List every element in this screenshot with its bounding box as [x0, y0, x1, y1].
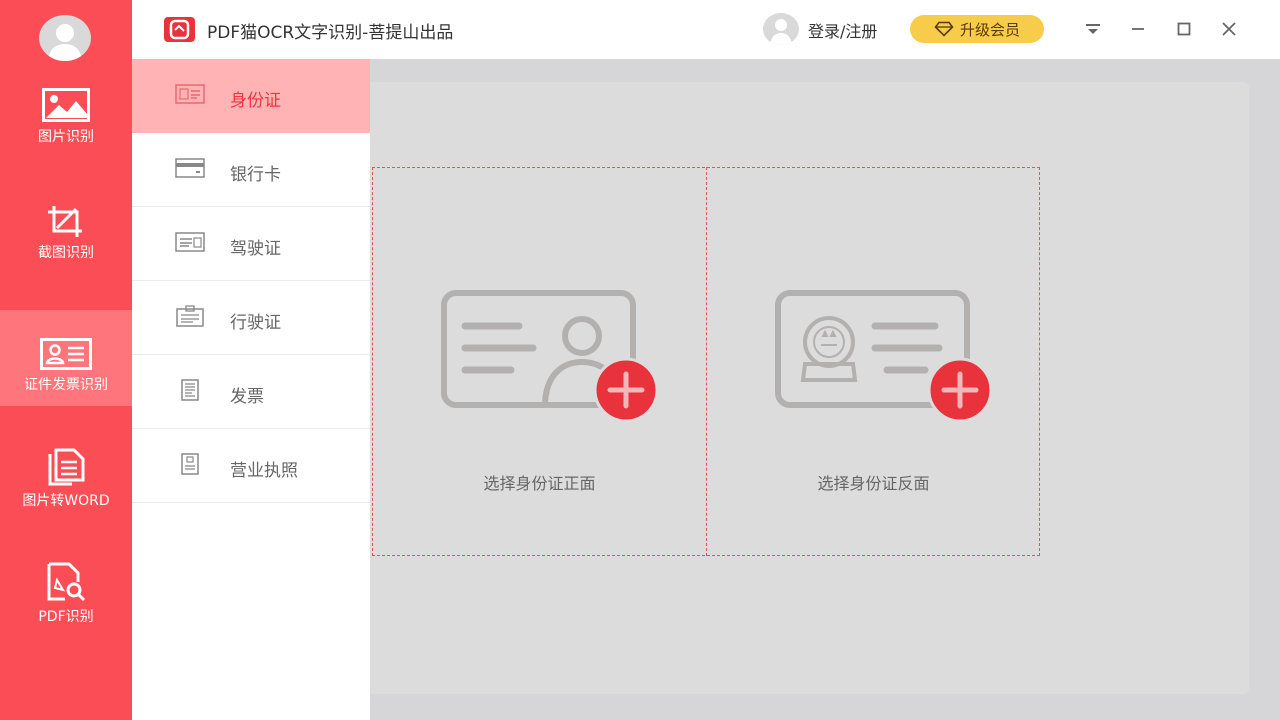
menu-item-label: 发票 — [230, 382, 264, 407]
menu-item-bank-card[interactable]: 银行卡 — [132, 133, 370, 207]
maximize-button[interactable] — [1171, 16, 1197, 42]
document-icon — [46, 448, 86, 486]
id-card-icon — [40, 338, 92, 370]
menu-item-label: 驾驶证 — [230, 234, 281, 259]
minimize-button[interactable] — [1125, 16, 1151, 42]
user-icon — [39, 15, 91, 61]
upload-front-label: 选择身份证正面 — [373, 470, 706, 494]
menu-button[interactable] — [1080, 16, 1106, 42]
id-card-front-icon — [441, 290, 665, 422]
close-icon — [1222, 22, 1236, 36]
image-icon — [42, 88, 90, 122]
crop-icon — [46, 204, 86, 238]
upload-back-label: 选择身份证反面 — [707, 470, 1040, 494]
pdf-search-icon — [45, 562, 87, 602]
menu-item-label: 行驶证 — [230, 308, 281, 333]
menu-item-driver-license[interactable]: 驾驶证 — [132, 207, 370, 281]
sidebar-item-label: 图片识别 — [0, 128, 132, 146]
sidebar-item-image-ocr[interactable]: 图片识别 — [0, 62, 132, 158]
diamond-icon — [934, 21, 954, 37]
document-type-menu: 身份证 银行卡 驾驶证 行驶证 发票 — [132, 59, 370, 720]
upload-id-back[interactable]: 选择身份证反面 — [707, 168, 1040, 555]
menu-item-label: 身份证 — [230, 86, 281, 111]
upgrade-vip-button[interactable]: 升级会员 — [910, 15, 1044, 43]
minimize-icon — [1131, 22, 1145, 36]
menu-item-id-card[interactable]: 身份证 — [132, 59, 370, 133]
driver-license-icon — [175, 232, 205, 256]
app-title: PDF猫OCR文字识别-菩提山出品 — [207, 18, 453, 43]
vehicle-license-icon — [175, 305, 205, 331]
id-card-icon — [175, 84, 205, 108]
business-license-icon — [179, 453, 201, 479]
sidebar-item-label: 图片转WORD — [0, 492, 132, 510]
menu-item-business-license[interactable]: 营业执照 — [132, 429, 370, 503]
user-avatar[interactable] — [763, 13, 799, 45]
app-window: 图片识别 截图识别 证件发票识别 图片转WORD PDF识别 — [0, 0, 1280, 720]
sidebar-item-label: 截图识别 — [0, 244, 132, 262]
menu-dropdown-icon — [1085, 22, 1101, 36]
app-logo — [164, 17, 195, 42]
close-button[interactable] — [1216, 16, 1242, 42]
menu-item-invoice[interactable]: 发票 — [132, 355, 370, 429]
sidebar-item-image-to-word[interactable]: 图片转WORD — [0, 426, 132, 522]
sidebar-item-pdf-ocr[interactable]: PDF识别 — [0, 542, 132, 638]
sidebar-item-label: 证件发票识别 — [0, 376, 132, 394]
sidebar-item-id-invoice-ocr[interactable]: 证件发票识别 — [0, 310, 132, 406]
id-card-back-icon — [775, 290, 999, 422]
title-bar: PDF猫OCR文字识别-菩提山出品 登录/注册 升级会员 — [132, 0, 1280, 59]
upgrade-vip-label: 升级会员 — [960, 19, 1020, 40]
upload-id-front[interactable]: 选择身份证正面 — [373, 168, 706, 555]
login-register-link[interactable]: 登录/注册 — [808, 18, 877, 42]
user-icon — [763, 13, 799, 45]
maximize-icon — [1177, 22, 1191, 36]
sidebar: 图片识别 截图识别 证件发票识别 图片转WORD PDF识别 — [0, 0, 132, 720]
bank-card-icon — [175, 158, 205, 182]
sidebar-item-screenshot-ocr[interactable]: 截图识别 — [0, 178, 132, 274]
sidebar-item-label: PDF识别 — [0, 608, 132, 626]
avatar[interactable] — [39, 15, 91, 61]
invoice-icon — [179, 379, 201, 405]
menu-item-label: 银行卡 — [230, 160, 281, 185]
menu-item-vehicle-license[interactable]: 行驶证 — [132, 281, 370, 355]
menu-item-label: 营业执照 — [230, 456, 298, 481]
